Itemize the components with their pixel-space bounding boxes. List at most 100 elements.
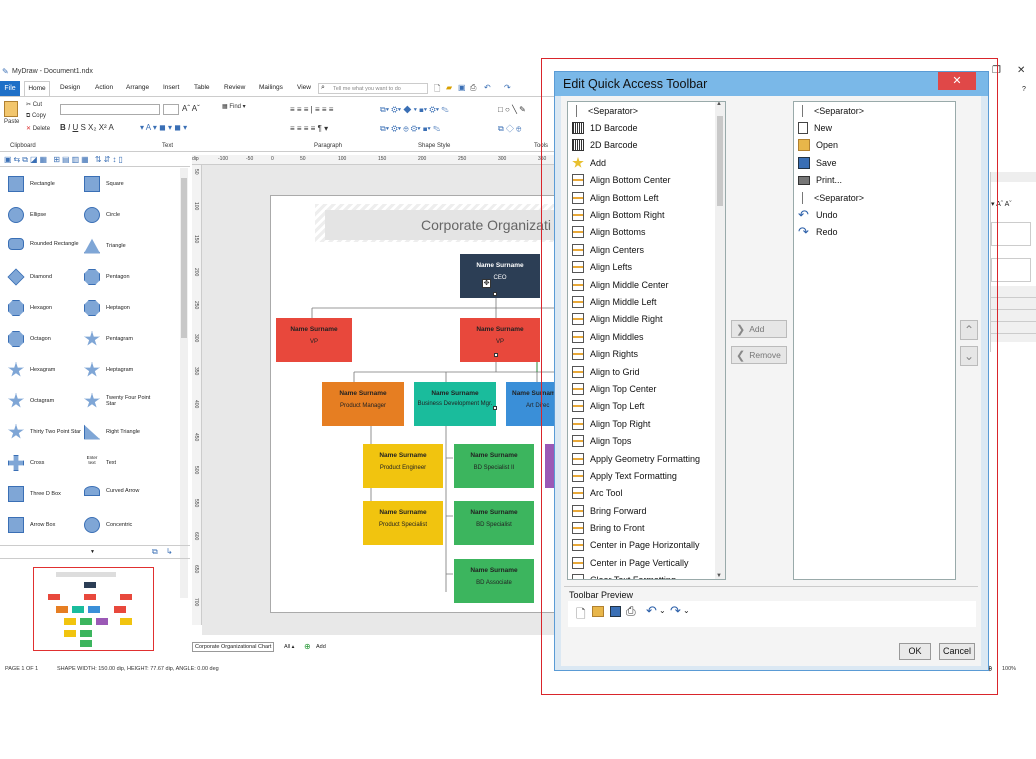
shape-item[interactable]: Heptagram — [84, 362, 133, 378]
tools-icons[interactable]: □ ○ ╲ ✎ — [498, 105, 526, 114]
shape-item[interactable]: Three D Box — [8, 486, 61, 502]
shape-item[interactable]: Pentagon — [84, 269, 130, 285]
tab-action[interactable]: Action — [95, 84, 113, 91]
shapes-toolbar-icons[interactable]: ▣⇆⧉◪▦ ⊞▤▥▦ ⇅⇵↕▯ — [4, 155, 125, 165]
zoom-level[interactable]: 100% — [1002, 666, 1016, 672]
thumb-node — [72, 606, 84, 613]
shape-item[interactable]: Cross — [8, 455, 44, 471]
shape-item[interactable]: Twenty Four Point Star — [84, 393, 158, 409]
org-node-bd-specialist-ii[interactable]: Name Surname BD Specialist II — [454, 444, 534, 488]
paste-label[interactable]: Paste — [4, 119, 19, 125]
tab-review[interactable]: Review — [224, 84, 245, 91]
find-button[interactable]: ▦ Find ▾ — [222, 103, 246, 110]
selection-handle[interactable] — [493, 406, 497, 410]
org-node-bd-associate[interactable]: Name Surname BD Associate — [454, 559, 534, 603]
selection-handle[interactable] — [494, 353, 498, 357]
qat-undo-icon[interactable]: ↶ — [484, 83, 491, 92]
shape-item[interactable]: Octagon — [8, 331, 51, 347]
shape-icon — [8, 207, 24, 223]
copy-label: Copy — [31, 113, 46, 119]
shape-item[interactable]: Right Triangle — [84, 424, 140, 440]
thumb-node — [80, 640, 92, 647]
ruler-tick: -100 — [218, 156, 229, 162]
help-icon[interactable]: ? — [1022, 86, 1026, 93]
add-page-icon[interactable]: ⊕ — [304, 642, 311, 651]
font-family-select[interactable] — [60, 104, 160, 115]
org-node-ceo[interactable]: Name Surname CEO — [460, 254, 540, 298]
tab-view[interactable]: View — [297, 84, 311, 91]
shape-item[interactable]: Octagram — [8, 393, 54, 409]
qat-new-icon[interactable]: 🗋 — [434, 83, 440, 97]
drawing-canvas[interactable]: Corporate Organizati Name Surname CEO ✥ N… — [202, 165, 566, 635]
shape-label: Twenty Four Point Star — [106, 395, 151, 407]
shape-item[interactable]: Ellipse — [8, 207, 46, 223]
font-size-select[interactable] — [163, 104, 179, 115]
collapse-arrow-icon[interactable]: ▼ — [90, 549, 95, 555]
move-handle-icon[interactable]: ✥ — [482, 279, 491, 288]
shape-style-icons[interactable]: ⧉▾ ⚙▾ ◆ ▾ ◼▾ ⚙▾ ✎ — [380, 105, 449, 115]
tab-design[interactable]: Design — [60, 84, 80, 91]
shape-item[interactable]: Thirty Two Point Star — [8, 424, 82, 440]
shape-item[interactable]: Concentric — [84, 517, 132, 533]
scroll-thumb[interactable] — [181, 178, 187, 338]
shape-item[interactable]: Arrow Box — [8, 517, 55, 533]
qat-open-icon[interactable]: ▰ — [446, 83, 452, 92]
org-node-product-specialist[interactable]: Name Surname Product Specialist — [363, 501, 443, 545]
tab-home[interactable]: Home — [24, 81, 50, 96]
drawing-page[interactable]: Corporate Organizati Name Surname CEO ✥ N… — [270, 195, 566, 613]
qat-save-icon[interactable]: ▣ — [458, 83, 466, 92]
page-thumbnail[interactable] — [33, 567, 154, 651]
cut-button[interactable]: ✂ Cut — [26, 101, 42, 108]
shapes-scrollbar[interactable] — [180, 168, 188, 598]
selection-handle[interactable] — [493, 292, 497, 296]
delete-button[interactable]: ✕ Delete — [26, 125, 50, 132]
tab-insert[interactable]: Insert — [163, 84, 179, 91]
org-node-vp-left[interactable]: Name Surname VP — [276, 318, 352, 362]
shape-item[interactable]: Heptagon — [84, 300, 130, 316]
org-node-bd-specialist[interactable]: Name Surname BD Specialist — [454, 501, 534, 545]
shape-item[interactable]: Enter text Text — [84, 455, 116, 471]
shape-icon — [8, 238, 24, 250]
shape-item[interactable]: Square — [84, 176, 124, 192]
grow-font-icon[interactable]: Aˆ Aˇ — [182, 104, 200, 113]
shape-item[interactable]: Hexagon — [8, 300, 52, 316]
paste-icon[interactable] — [4, 101, 18, 117]
tab-mailings[interactable]: Mailings — [259, 84, 283, 91]
shape-item[interactable]: Pentagram — [84, 331, 133, 347]
close-window-icon[interactable]: ✕ — [1017, 65, 1025, 76]
text-color-icons[interactable]: ▾ A ▾ ◼ ▾ ◼ ▾ — [140, 123, 187, 132]
paragraph-justify-icons[interactable]: ≡ ≡ ≡ ≡ ¶ ▾ — [290, 124, 328, 133]
tab-table[interactable]: Table — [194, 84, 210, 91]
qat-print-icon[interactable]: ⎙ — [470, 83, 476, 93]
add-page-label[interactable]: Add — [316, 644, 326, 650]
shape-label: Hexagon — [30, 305, 53, 311]
tab-arrange[interactable]: Arrange — [126, 84, 149, 91]
pan-icon[interactable]: ↳ — [166, 547, 173, 556]
tab-file[interactable]: File — [0, 81, 20, 96]
all-pages-dropdown[interactable]: All ▴ — [284, 644, 294, 650]
shape-item[interactable]: Rounded Rectangle — [8, 238, 82, 250]
shapes-panel: Rectangle Square Ellipse Circle Rounded Rect… — [0, 168, 190, 608]
tab-page[interactable]: Corporate Organizational Chart — [192, 642, 275, 652]
shape-item[interactable]: Hexagram — [8, 362, 55, 378]
ruler-left: 50 100 150 200 250 300 350 400 450 500 550 600 650 70… — [192, 165, 202, 625]
tools-icons-2[interactable]: ⧉ ◇ ⊕ — [498, 124, 521, 134]
shape-item[interactable]: Curved Arrow — [84, 486, 139, 496]
org-node-vp-center[interactable]: Name Surname VP — [460, 318, 540, 362]
thumb-node — [84, 582, 96, 588]
shape-item[interactable]: Rectangle — [8, 176, 55, 192]
shape-icon — [84, 269, 100, 285]
org-node-bd-manager[interactable]: Name Surname Business Development Mgr. — [414, 382, 496, 426]
shape-style-icons-2[interactable]: ⧉▾ ⚙▾ ⊕ ⚙▾ ◼▾ ✎ — [380, 124, 440, 134]
text-format-icons[interactable]: B I U S X₂ X² A — [60, 123, 114, 132]
shape-item[interactable]: Diamond — [7, 268, 52, 286]
fit-icon[interactable]: ⧉ — [152, 547, 158, 557]
tell-me-box[interactable]: ⌕ Tell me what you want to do — [318, 83, 428, 94]
paragraph-align-icons[interactable]: ≡ ≡ ≡ | ≡ ≡ ≡ — [290, 105, 333, 114]
org-node-product-engineer[interactable]: Name Surname Product Engineer — [363, 444, 443, 488]
copy-button[interactable]: ⧉ Copy — [26, 113, 46, 120]
shape-item[interactable]: Circle — [84, 207, 120, 223]
org-node-product-manager[interactable]: Name Surname Product Manager — [322, 382, 404, 426]
qat-redo-icon[interactable]: ↷ — [504, 83, 511, 92]
shape-item[interactable]: Triangle — [84, 238, 126, 254]
